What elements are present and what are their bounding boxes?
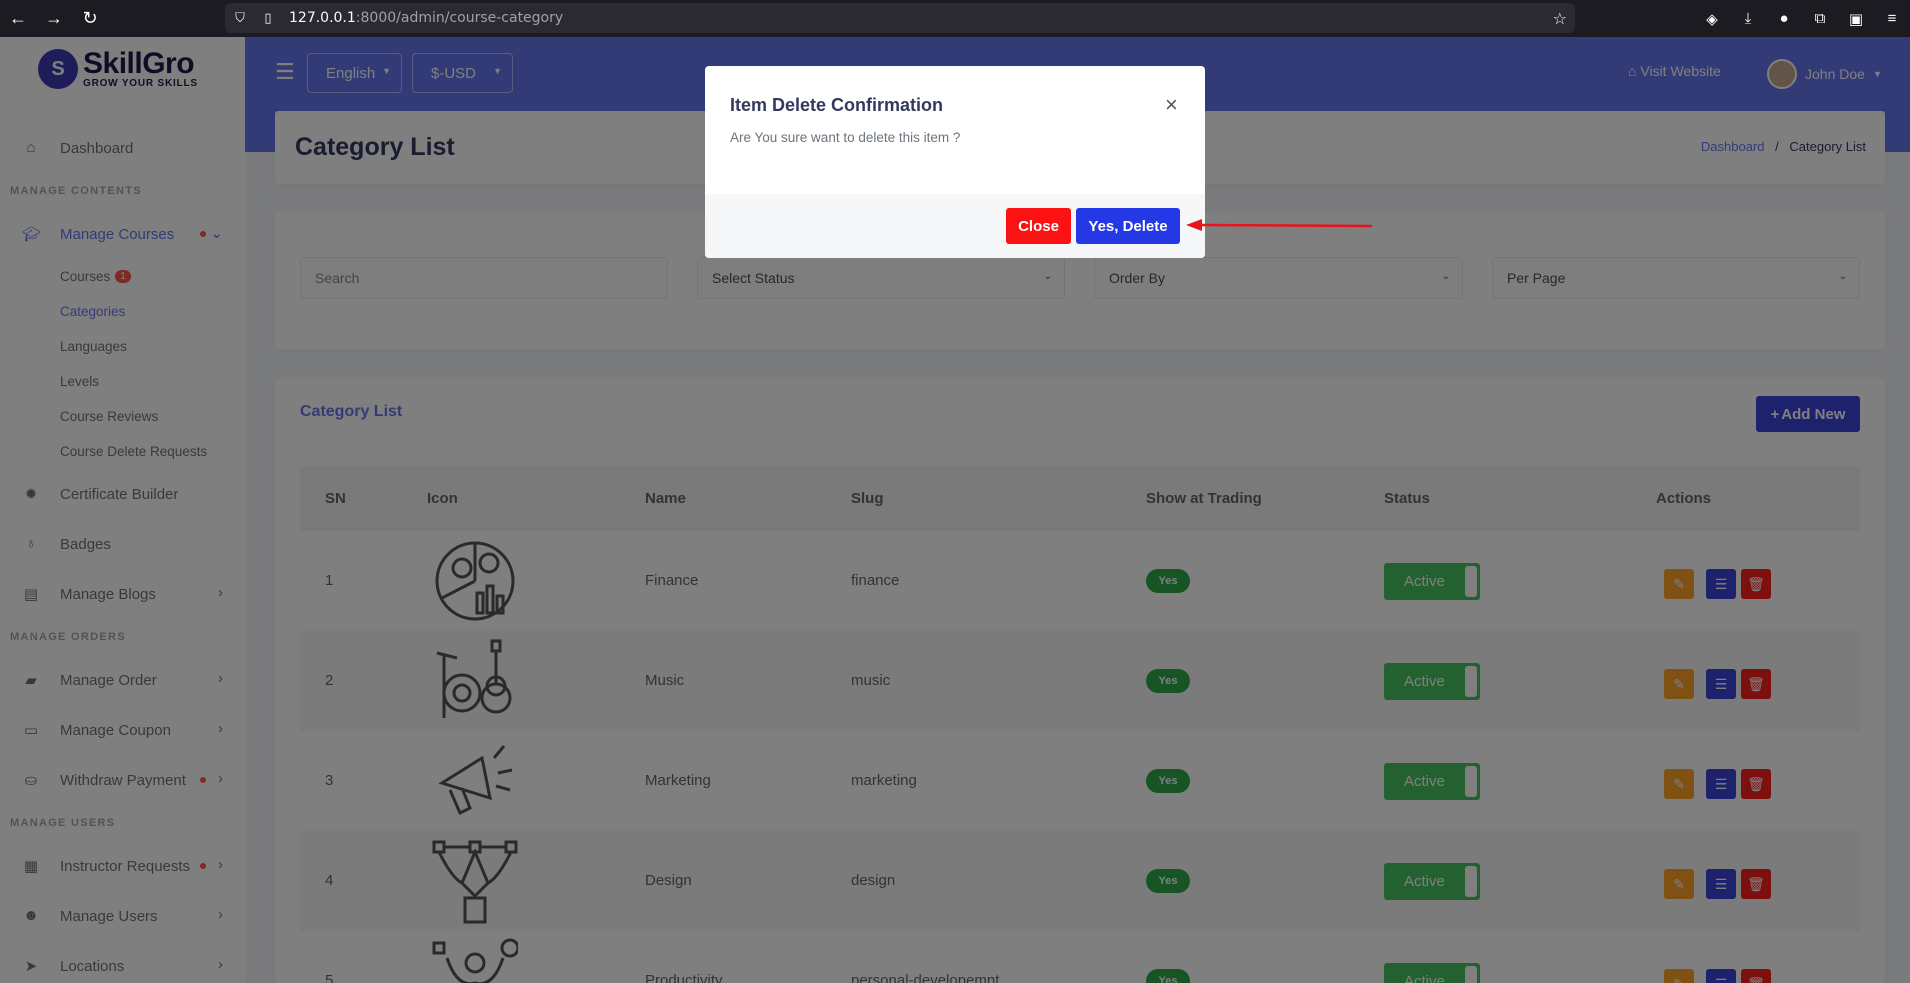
address-bar[interactable]: ⛉ ▯ 127.0.0.1:8000/admin/course-category… <box>225 3 1575 33</box>
delete-confirmation-modal: Item Delete Confirmation × Are You sure … <box>705 66 1205 258</box>
close-icon[interactable]: × <box>1165 92 1178 118</box>
download-icon[interactable]: ⤓ <box>1738 10 1758 27</box>
bookmark-star-icon[interactable]: ☆ <box>1553 9 1567 29</box>
account-icon[interactable]: ● <box>1774 10 1794 27</box>
pocket-icon[interactable]: ◈ <box>1702 10 1722 28</box>
extension-app-icon[interactable]: ▣ <box>1846 10 1866 28</box>
reload-icon[interactable]: ↻ <box>72 1 108 37</box>
extensions-icon[interactable]: ⧉ <box>1810 10 1830 27</box>
annotation-arrow-icon <box>1186 219 1373 231</box>
url-text: 127.0.0.1:8000/admin/course-category <box>289 10 563 26</box>
shield-icon: ⛉ <box>235 10 245 25</box>
url-host: 127.0.0.1 <box>289 10 356 26</box>
forward-icon[interactable]: → <box>36 1 72 37</box>
modal-title: Item Delete Confirmation <box>730 95 944 115</box>
close-button[interactable]: Close <box>1006 208 1071 244</box>
url-path: :8000/admin/course-category <box>355 10 564 26</box>
hamburger-menu-icon[interactable]: ≡ <box>1882 10 1902 27</box>
modal-message: Are You sure want to delete this item ? <box>730 130 961 145</box>
modal-footer: Close Yes, Delete <box>705 194 1205 258</box>
back-icon[interactable]: ← <box>0 1 36 37</box>
yes-delete-button[interactable]: Yes, Delete <box>1076 208 1180 244</box>
page-icon: ▯ <box>264 10 272 25</box>
browser-toolbar: ← → ↻ ⛉ ▯ 127.0.0.1:8000/admin/course-ca… <box>0 0 1910 37</box>
